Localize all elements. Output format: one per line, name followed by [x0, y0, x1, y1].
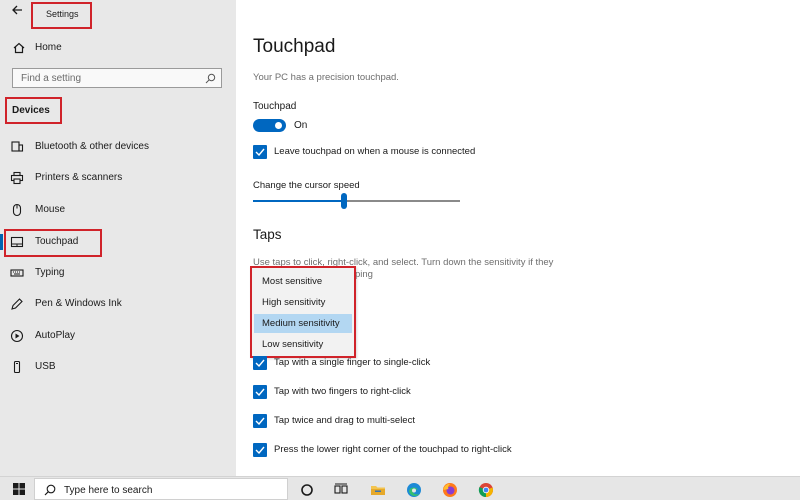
pen-icon [10, 297, 24, 311]
sidebar-item-label: Printers & scanners [35, 172, 123, 183]
keyboard-icon [10, 266, 24, 280]
file-explorer-icon[interactable] [370, 482, 386, 498]
home-nav-item[interactable]: Home [0, 38, 236, 58]
sensitivity-dropdown[interactable]: Most sensitive High sensitivity Medium s… [250, 266, 356, 358]
window-title: Settings [31, 2, 92, 29]
firefox-icon[interactable] [442, 482, 458, 498]
sensitivity-option-selected[interactable]: Medium sensitivity [254, 314, 352, 333]
sidebar-item-label: USB [35, 361, 56, 372]
taskbar-search-placeholder: Type here to search [64, 485, 153, 496]
devices-section-heading: Devices [5, 97, 62, 124]
chrome-icon[interactable] [478, 482, 494, 498]
sidebar-item-bluetooth[interactable]: Bluetooth & other devices [0, 136, 236, 158]
sidebar-item-label: Mouse [35, 204, 66, 215]
sidebar-item-autoplay[interactable]: AutoPlay [0, 325, 236, 347]
autoplay-icon [10, 329, 24, 343]
sidebar-item-label: Typing [35, 267, 65, 278]
selection-indicator [0, 234, 3, 250]
edge-icon[interactable] [406, 482, 422, 498]
slider-fill [253, 200, 345, 202]
sidebar-item-mouse[interactable]: Mouse [0, 199, 236, 221]
sensitivity-option[interactable]: High sensitivity [254, 293, 352, 312]
sidebar-item-typing[interactable]: Typing [0, 262, 236, 284]
cortana-icon[interactable] [299, 482, 315, 498]
mouse-icon [10, 203, 24, 217]
printer-icon [10, 171, 24, 185]
usb-icon [10, 360, 24, 374]
checkbox[interactable] [253, 356, 267, 370]
touchpad-toggle-label: Touchpad [253, 101, 297, 112]
touchpad-settings-page: Touchpad Your PC has a precision touchpa… [236, 0, 800, 476]
checkbox-label: Press the lower right corner of the touc… [274, 444, 512, 455]
checkbox-label: Tap with two fingers to right-click [274, 386, 411, 397]
search-icon[interactable] [205, 73, 216, 87]
checkbox[interactable] [253, 385, 267, 399]
taskbar: Type here to search [0, 476, 800, 500]
back-arrow-icon[interactable] [10, 3, 24, 17]
touchpad-toggle[interactable] [253, 119, 286, 132]
sensitivity-option[interactable]: Most sensitive [254, 272, 352, 291]
settings-sidebar: Settings Home Devices Bluetooth & other … [0, 0, 236, 476]
sidebar-item-label: Bluetooth & other devices [35, 141, 149, 152]
checkbox-label: Leave touchpad on when a mouse is connec… [274, 146, 476, 157]
find-setting-input[interactable] [13, 69, 201, 87]
page-title: Touchpad [253, 36, 336, 57]
task-view-icon[interactable] [333, 482, 349, 498]
touchpad-highlight-box [4, 229, 102, 257]
sidebar-item-printers[interactable]: Printers & scanners [0, 167, 236, 189]
home-label: Home [35, 42, 62, 53]
sidebar-item-label: Pen & Windows Ink [35, 298, 122, 309]
sidebar-item-usb[interactable]: USB [0, 356, 236, 378]
taskbar-search-box[interactable]: Type here to search [34, 478, 288, 500]
sidebar-item-label: AutoPlay [35, 330, 76, 341]
sensitivity-option[interactable]: Low sensitivity [254, 335, 352, 354]
sidebar-item-pen[interactable]: Pen & Windows Ink [0, 293, 236, 315]
checkbox[interactable] [253, 443, 267, 457]
find-setting-search [12, 68, 222, 88]
taps-heading: Taps [253, 227, 282, 242]
precision-touchpad-note: Your PC has a precision touchpad. [253, 72, 399, 83]
search-icon [44, 484, 56, 499]
home-icon [12, 41, 26, 58]
toggle-knob [275, 122, 282, 129]
checkbox[interactable] [253, 414, 267, 428]
slider-thumb[interactable] [341, 193, 348, 209]
cursor-speed-slider[interactable] [253, 193, 460, 209]
checkbox-label: Tap twice and drag to multi-select [274, 415, 415, 426]
checkbox-label: Tap with a single finger to single-click [274, 357, 431, 368]
toggle-state-label: On [294, 120, 308, 131]
checkbox[interactable] [253, 145, 267, 159]
bluetooth-devices-icon [10, 140, 24, 154]
windows-start-icon[interactable] [13, 483, 25, 498]
cursor-speed-label: Change the cursor speed [253, 180, 360, 191]
